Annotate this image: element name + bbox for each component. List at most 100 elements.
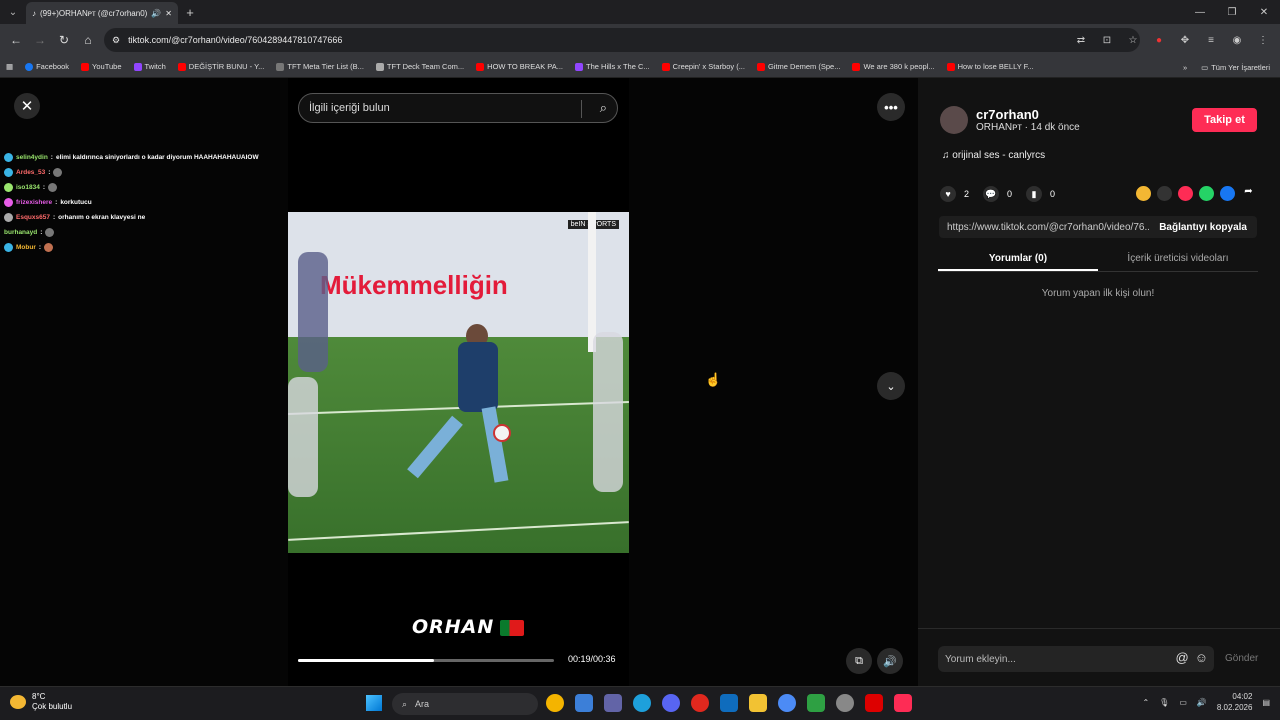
related-search-input[interactable]: İlgili içeriği bulun ⌕ [298,93,618,123]
portugal-flag-icon [500,619,525,636]
bookmark-item[interactable]: Facebook [25,62,69,71]
apps-grid-icon[interactable]: ▦ [6,62,13,71]
restore-icon[interactable]: ❐ [1216,0,1248,24]
media-control-icon[interactable]: ≡ [1202,35,1220,46]
mic-icon[interactable]: 🎙 [1159,698,1169,707]
share-arrow-icon[interactable]: ➦ [1241,186,1256,201]
panel-tabs: Yorumlar (0) İçerik üreticisi videoları [938,246,1258,272]
chrome-active-icon[interactable] [778,694,796,712]
embed-icon[interactable] [1157,186,1172,201]
site-info-icon[interactable]: ⚙ [112,35,120,46]
extensions-icon[interactable]: ✥ [1176,35,1194,46]
search-icon[interactable]: ⌕ [600,100,607,116]
tray-overflow-icon[interactable]: ⌃ [1142,698,1149,707]
floating-player-icon[interactable]: ⧉ [846,648,872,674]
whatsapp-icon[interactable] [1199,186,1214,201]
follow-button[interactable]: Takip et [1192,108,1257,132]
all-bookmarks-folder[interactable]: ▭ Tüm Yer İşaretleri [1201,63,1270,72]
volume-icon[interactable]: 🔊 [877,648,903,674]
stream-chat-overlay: selin4ydin: elimi kaldırınca siniyorlardı… [4,150,294,255]
discord-icon[interactable] [662,694,680,712]
notification-icon[interactable]: ▤ [1262,698,1270,707]
bookmark-item[interactable]: We are 380 k peopl... [852,62,935,71]
forward-icon[interactable]: → [28,28,52,52]
bookmark-star-icon[interactable]: ☆ [1124,35,1142,46]
video-link[interactable]: https://www.tiktok.com/@cr7orhan0/video/… [939,222,1149,233]
close-video-button[interactable]: ✕ [14,93,40,119]
bookmark-item[interactable]: Twitch [133,62,166,71]
coin-share-icon[interactable] [1136,186,1151,201]
minimize-icon[interactable]: — [1184,0,1216,24]
network-icon[interactable]: ▭ [1179,698,1187,707]
translate-icon[interactable]: ⇄ [1072,35,1090,46]
next-video-button[interactable]: ⌄ [877,372,905,400]
username[interactable]: cr7orhan0 [976,107,1039,122]
window-close-icon[interactable]: ✕ [1248,0,1280,24]
taskbar-search[interactable]: ⌕ Ara [392,693,538,715]
reload-icon[interactable]: ↻ [52,28,76,52]
send-comment-button[interactable]: Gönder [1225,653,1258,664]
chrome-icon[interactable] [546,694,564,712]
windows-taskbar: 8°C Çok bulutlu ⌕ Ara ⌃ 🎙 ▭ 🔊 04:02 8.02.20… [0,686,1280,720]
address-toolbar: ← → ↻ ⌂ ⚙ tiktok.com/@cr7orhan0/video/76… [0,24,1280,56]
mention-icon[interactable]: @ [1176,650,1189,665]
tiktok-icon[interactable] [894,694,912,712]
bookmark-item[interactable]: TFT Meta Tier List (B... [276,62,364,71]
file-explorer-icon[interactable] [749,694,767,712]
bookmark-item[interactable]: Gitme Demem (Spe... [756,62,840,71]
video-player[interactable]: İlgili içeriği bulun ⌕ Mükemmelliğin beI… [288,78,629,686]
bookmark-item[interactable]: How to lose BELLY F... [946,62,1034,71]
copy-link-button[interactable]: Bağlantıyı kopyala [1149,222,1257,233]
bookmark-item[interactable]: The Hills x The C... [575,62,650,71]
edge-icon[interactable] [633,694,651,712]
start-button[interactable] [366,695,382,711]
search-icon: ⌕ [402,698,408,709]
app-green-icon[interactable] [807,694,825,712]
install-app-icon[interactable]: ⊡ [1098,35,1116,46]
profile-avatar-icon[interactable]: ◉ [1228,35,1246,46]
opera-icon[interactable] [691,694,709,712]
menu-kebab-icon[interactable]: ⋮ [1254,35,1272,46]
url-bar[interactable]: ⚙ tiktok.com/@cr7orhan0/video/7604289447… [104,28,1140,52]
extension-red-icon[interactable]: ● [1150,35,1168,46]
save-stat[interactable]: ▮ 0 [1026,186,1055,202]
video-progress-bar[interactable] [298,659,554,662]
weather-widget[interactable]: 8°C Çok bulutlu [10,692,72,712]
tab-comments[interactable]: Yorumlar (0) [938,246,1098,271]
clock[interactable]: 04:02 8.02.2026 [1217,691,1253,713]
bookmark-item[interactable]: YouTube [81,62,122,71]
teams-icon[interactable] [604,694,622,712]
like-stat[interactable]: ♥ 2 [940,186,969,202]
comment-bar: Yorum ekleyin... @ ☺ Gönder [918,628,1280,686]
browser-tab-active[interactable]: ♪ (99+)ORHANᴘᴛ (@cr7orhan0) 🔊 ✕ [26,2,178,24]
tab-audio-icon[interactable]: 🔊 [151,9,161,18]
comment-input[interactable]: Yorum ekleyin... @ ☺ [938,646,1214,672]
avatar[interactable] [940,106,968,134]
more-options-button[interactable]: ••• [877,93,905,121]
bookmark-item[interactable]: Creepin' x Starboy (... [661,62,745,71]
tab-close-icon[interactable]: ✕ [165,9,172,18]
emoji-icon[interactable]: ☺ [1195,650,1208,665]
mail-icon[interactable] [720,694,738,712]
tab-creator-videos[interactable]: İçerik üreticisi videoları [1098,246,1258,271]
bookmark-item[interactable]: TFT Deck Team Com... [375,62,464,71]
speaker-icon[interactable]: 🔊 [1197,698,1207,707]
folder-icon: ▭ [1201,62,1209,72]
tab-search-chevron-icon[interactable]: ⌄ [0,0,26,24]
bookmark-item[interactable]: HOW TO BREAK PA... [476,62,563,71]
send-to-friend-icon[interactable] [1178,186,1193,201]
music-label[interactable]: ♫ orijinal ses - canlyrcs [942,150,1045,161]
no-comments-text: Yorum yapan ilk kişi olun! [1041,288,1155,299]
youtube-icon[interactable] [865,694,883,712]
store-icon[interactable] [575,694,593,712]
home-icon[interactable]: ⌂ [76,28,100,52]
back-icon[interactable]: ← [4,28,28,52]
settings-icon[interactable] [836,694,854,712]
facebook-icon[interactable] [1220,186,1235,201]
comment-stat[interactable]: 💬 0 [983,186,1012,202]
bookmark-item[interactable]: DEĞİŞTİR BUNU - Y... [177,62,264,71]
bookmarks-overflow-icon[interactable]: » [1183,63,1187,72]
new-tab-button[interactable]: + [178,5,202,20]
goal-post [588,212,596,352]
taskbar-apps [546,694,912,712]
